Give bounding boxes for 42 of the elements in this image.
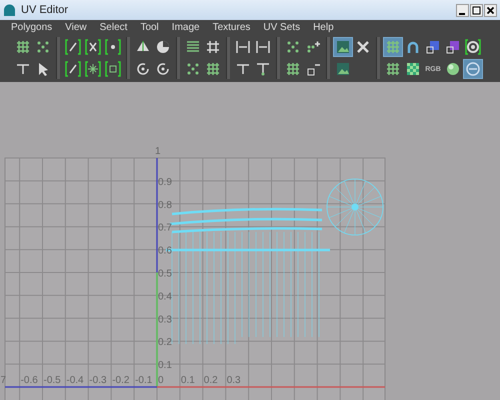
dot-icon[interactable] — [103, 37, 123, 57]
app-icon — [3, 4, 16, 16]
v-axis-label: 0.3 — [158, 314, 172, 326]
menu-item[interactable]: Help — [313, 22, 334, 32]
square-icon[interactable] — [103, 59, 123, 79]
menu-item[interactable]: Select — [100, 22, 128, 32]
u-axis-label: -0.2 — [112, 375, 130, 386]
u-axis-label: -0.4 — [66, 375, 84, 386]
close-icon[interactable] — [484, 4, 497, 16]
menu-item[interactable]: View — [65, 22, 87, 32]
v-axis-label: 0.9 — [158, 176, 172, 188]
slash-icon[interactable] — [63, 59, 83, 79]
v-axis-label: 0.5 — [158, 268, 172, 280]
v-axis-label: 0.6 — [158, 246, 172, 257]
menu-item[interactable]: Polygons — [11, 22, 52, 32]
menu-item[interactable]: Textures — [212, 22, 250, 32]
v-axis-label: 0.7 — [158, 222, 172, 234]
slash-icon[interactable] — [63, 37, 83, 57]
u-axis-label: -0.1 — [135, 375, 152, 386]
minimize-icon[interactable] — [456, 4, 469, 16]
v-axis-label: 0.1 — [158, 360, 172, 372]
menu-item[interactable]: UV Sets — [263, 22, 300, 32]
v-axis-label: 0.8 — [158, 200, 172, 211]
aperture-icon[interactable] — [463, 37, 483, 57]
v-axis-label: 0.4 — [158, 291, 172, 302]
cross-icon[interactable] — [83, 37, 103, 57]
v-axis-label: 1 — [155, 146, 161, 157]
u-axis-label: .7 — [0, 375, 6, 386]
u-axis-label: 0.2 — [204, 375, 218, 386]
u-axis-label: 0 — [158, 375, 164, 386]
v-axis-label: 0.2 — [158, 337, 172, 348]
u-axis-label: -0.3 — [89, 375, 107, 386]
menu-item[interactable]: Image — [172, 22, 200, 32]
star-icon[interactable] — [83, 59, 103, 79]
image-icon[interactable] — [333, 37, 353, 57]
u-axis-label: 0.1 — [180, 375, 195, 386]
u-axis-label: -0.5 — [44, 375, 61, 386]
menu-item[interactable]: Tool — [140, 22, 159, 32]
maximize-icon[interactable] — [470, 4, 483, 16]
u-axis-label: -0.6 — [20, 375, 38, 386]
window-title: UV Editor — [21, 4, 70, 16]
u-axis-label: 0.3 — [226, 375, 241, 386]
